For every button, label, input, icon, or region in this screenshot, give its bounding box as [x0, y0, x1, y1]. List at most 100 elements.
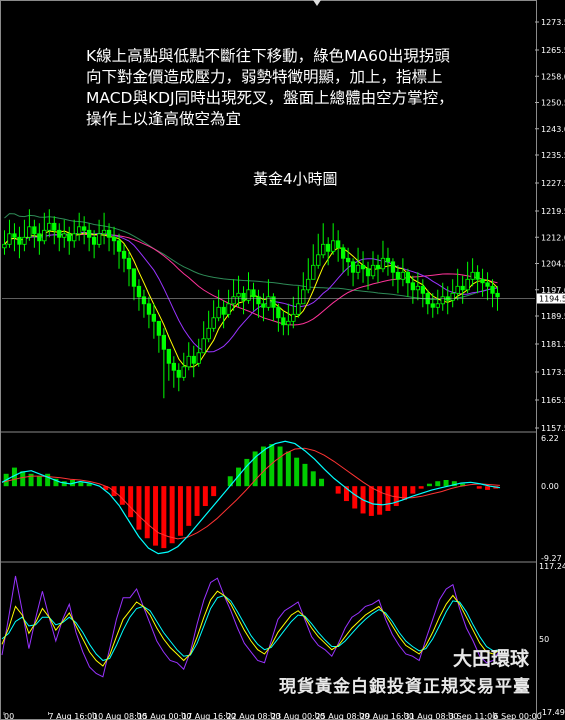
candle-body [440, 296, 445, 305]
macd-main-line [1, 440, 501, 555]
kdj-tick-label: 50 [539, 635, 549, 644]
kdj-pane [1, 575, 501, 678]
candlestick-pane [2, 209, 535, 399]
candle-body [181, 366, 186, 378]
candle-body [17, 236, 22, 245]
candle-body [141, 296, 147, 305]
candle-body [121, 250, 127, 259]
candle-body [161, 334, 167, 350]
candle-body [495, 292, 500, 298]
candle-body [22, 236, 27, 245]
candle-body [256, 296, 261, 305]
candle-body [390, 261, 396, 273]
candle-body [221, 306, 226, 315]
chart-shift-marker[interactable] [313, 0, 321, 6]
candle-body [52, 222, 57, 231]
candle-body [311, 264, 316, 280]
price-tick-label: 1197.0 [541, 286, 565, 295]
macd-tick-label: 6.22 [541, 434, 559, 443]
candle-body [435, 303, 440, 308]
candle-body [216, 306, 221, 319]
annotation-line: 操作上以逢高做空為宜 [86, 110, 242, 128]
annotation-line: MACD與KDJ同時出現死叉，盤面上總體由空方掌控， [86, 89, 454, 107]
watermark-slogan: 現貨黃金白銀投資正規交易平臺 [279, 677, 531, 697]
time-tick-label: 7 Aug 16:00 [49, 712, 98, 720]
candle-body [97, 233, 102, 245]
candle-body [316, 254, 321, 266]
candle-body [455, 285, 460, 294]
candle-body [57, 229, 62, 238]
price-tick-label: 1227.5 [541, 179, 565, 188]
candle-body [276, 306, 281, 319]
candle-body [37, 233, 42, 242]
candle-body [460, 285, 465, 291]
candle-body [32, 226, 37, 235]
candle-body [82, 226, 87, 231]
candle-body [360, 264, 366, 270]
candle-body [485, 282, 490, 287]
price-tick-label: 1273.5 [541, 18, 565, 27]
candle-body [251, 289, 256, 298]
candle-body [176, 369, 181, 378]
candle-body [196, 352, 201, 364]
candle-body [166, 348, 172, 364]
candle-body [156, 320, 162, 336]
candle-body [286, 320, 291, 326]
candle-body [370, 264, 376, 277]
chart-subtitle: 黃金4小時圖 [253, 170, 338, 188]
candle-body [281, 317, 286, 326]
analysis-annotation: K線上高點與低點不斷往下移動，綠色MA60出現拐頭 向下對金價造成壓力，弱勢特徵… [86, 46, 496, 130]
candle-body [475, 271, 480, 280]
candle-body [72, 233, 77, 242]
candle-body [430, 303, 435, 308]
candle-body [400, 271, 406, 280]
price-tick-label: 1165.5 [541, 396, 565, 405]
price-tick-label: 1219.5 [541, 207, 565, 216]
candle-body [171, 362, 177, 371]
candle-body [131, 268, 137, 287]
candle-body [330, 240, 336, 252]
price-tick-label: 1157.5 [541, 424, 565, 433]
candle-body [490, 285, 495, 294]
candle-body [231, 296, 236, 305]
macd-pane [1, 440, 501, 555]
price-tick-label: 1189.5 [541, 312, 565, 321]
candle-body [211, 317, 216, 329]
candle-body [405, 271, 411, 284]
candle-body [420, 285, 426, 294]
price-axis: 1273.5 1265.5 1258.0 1250.5 1243.0 1235.5 1227… [535, 18, 565, 717]
price-tick-label: 1212.0 [541, 233, 565, 242]
candle-body [465, 278, 470, 291]
candle-body [365, 268, 371, 277]
price-tick-label: 1250.5 [541, 99, 565, 108]
candle-body [116, 240, 122, 252]
candle-body [236, 292, 241, 298]
candle-body [27, 226, 32, 238]
candle-body [111, 236, 117, 242]
price-tick-label: 1204.5 [541, 260, 565, 269]
current-price-label: 1194.5 [539, 295, 565, 304]
candle-body [126, 257, 132, 270]
candle-body [2, 243, 7, 249]
candle-body [186, 355, 191, 368]
candle-body [325, 243, 331, 252]
candle-body [226, 303, 231, 315]
candle-body [92, 236, 97, 245]
candle-body [47, 222, 52, 231]
candle-body [355, 264, 361, 273]
candle-body [146, 303, 152, 315]
candle-body [350, 261, 356, 273]
candle-body [241, 292, 246, 301]
price-tick-label: 1243.0 [541, 125, 565, 134]
macd-tick-label: 0.00 [541, 482, 559, 491]
candle-body [415, 285, 421, 291]
ma30-line [4, 233, 498, 326]
price-tick-label: 1235.5 [541, 151, 565, 160]
time-tick-label: 3 Sep 11:00 [449, 712, 497, 720]
candle-body [306, 278, 311, 291]
candle-body [62, 233, 67, 238]
candle-body [321, 243, 326, 256]
candle-body [136, 285, 142, 298]
candle-body [345, 257, 351, 263]
candle-body [12, 233, 17, 238]
